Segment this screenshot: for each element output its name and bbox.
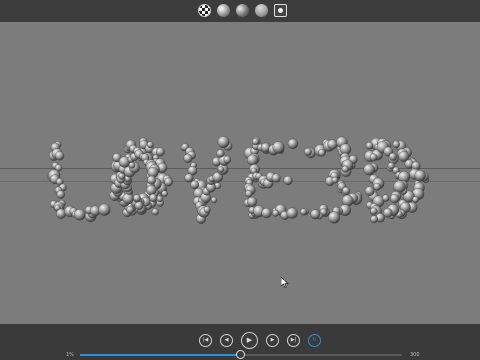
sphere-particle: [216, 149, 225, 158]
sphere-particle: [364, 186, 375, 196]
sphere-particle: [342, 186, 351, 195]
shading-mode-group: [198, 4, 287, 17]
sphere-particle: [287, 138, 299, 149]
sphere-particle: [73, 208, 86, 221]
sphere-particle: [126, 205, 135, 214]
sphere-particle: [146, 141, 154, 149]
sphere-particles: [47, 136, 430, 224]
sphere-particle: [304, 147, 312, 156]
sphere-particle: [203, 206, 211, 214]
particle-text-scene: [47, 136, 430, 224]
skip-to-start-icon[interactable]: |◀: [199, 334, 212, 347]
sphere-particle: [388, 152, 397, 161]
matte-sphere-icon[interactable]: [217, 4, 230, 17]
sphere-particle: [272, 209, 280, 217]
sphere-particle: [318, 149, 326, 157]
end-frame-label: 300: [410, 352, 420, 358]
sphere-particle: [247, 196, 258, 207]
sphere-particle: [389, 193, 400, 204]
timeline-slider[interactable]: [80, 350, 402, 359]
sphere-particle: [56, 190, 65, 199]
sphere-particle: [271, 173, 281, 183]
mouse-cursor-icon: [281, 277, 289, 288]
shaded-sphere-icon[interactable]: [236, 4, 249, 17]
sphere-particle: [327, 139, 338, 150]
sphere-particle: [245, 190, 253, 198]
sphere-particle: [365, 141, 374, 150]
timeline-handle[interactable]: [236, 350, 245, 359]
sphere-particle: [223, 155, 232, 164]
sphere-particle: [261, 207, 272, 219]
sphere-particle: [300, 208, 308, 216]
sphere-particle: [133, 194, 141, 203]
sphere-particle: [54, 151, 65, 161]
sphere-particle: [217, 136, 230, 149]
gloss-sphere-icon[interactable]: [255, 4, 268, 17]
sphere-particle: [156, 147, 165, 157]
sphere-particle: [331, 176, 339, 184]
sphere-particle: [146, 184, 157, 196]
sphere-particle: [286, 207, 298, 219]
sphere-particle: [184, 173, 194, 183]
skip-to-end-icon[interactable]: ▶|: [287, 334, 300, 347]
sphere-particle: [151, 208, 159, 216]
checker-sphere-icon[interactable]: [198, 4, 211, 17]
sphere-particle: [341, 165, 349, 173]
sphere-particle: [217, 166, 225, 173]
sphere-particle: [122, 193, 134, 205]
sphere-particle: [363, 163, 375, 176]
step-back-icon[interactable]: ◀: [220, 334, 233, 347]
playback-controls: |◀ ◀ ▶ ▶ ▶| ↻: [199, 332, 321, 349]
play-icon[interactable]: ▶: [241, 332, 258, 349]
3d-viewport[interactable]: [0, 22, 480, 324]
viewport-toolbar: [0, 0, 480, 22]
timeline-progress: [80, 354, 241, 356]
sphere-particle: [370, 207, 378, 215]
sphere-particle: [383, 208, 393, 218]
sphere-particle: [369, 153, 378, 162]
sphere-particle: [156, 195, 163, 203]
frame-icon[interactable]: [274, 4, 287, 17]
sphere-particle: [328, 211, 341, 224]
sphere-particle: [414, 169, 426, 182]
sphere-particle: [272, 141, 285, 154]
sphere-particle: [164, 177, 173, 187]
sphere-particle: [247, 154, 259, 166]
step-forward-icon[interactable]: ▶: [266, 334, 279, 347]
loop-icon[interactable]: ↻: [308, 334, 321, 347]
sphere-particle: [393, 180, 406, 193]
sphere-particle: [412, 196, 419, 203]
sphere-particle: [382, 194, 390, 202]
sphere-particle: [128, 162, 136, 169]
sphere-particle: [161, 190, 168, 197]
sphere-particle: [392, 140, 400, 149]
sphere-particle: [183, 153, 193, 163]
sphere-particle: [373, 182, 381, 191]
sphere-particle: [98, 203, 111, 216]
sphere-particle: [118, 172, 126, 180]
app-window: |◀ ◀ ▶ ▶ ▶| ↻ 1% 300: [0, 0, 480, 360]
sphere-particle: [370, 215, 378, 224]
sphere-particle: [190, 180, 200, 190]
sphere-particle: [210, 196, 218, 204]
sphere-particle: [283, 175, 293, 186]
sphere-particle: [252, 138, 260, 146]
sphere-particle: [147, 175, 157, 185]
sphere-particle: [310, 209, 321, 220]
start-frame-label: 1%: [66, 352, 74, 358]
timeline-bar: |◀ ◀ ▶ ▶ ▶| ↻ 1% 300: [0, 324, 480, 360]
